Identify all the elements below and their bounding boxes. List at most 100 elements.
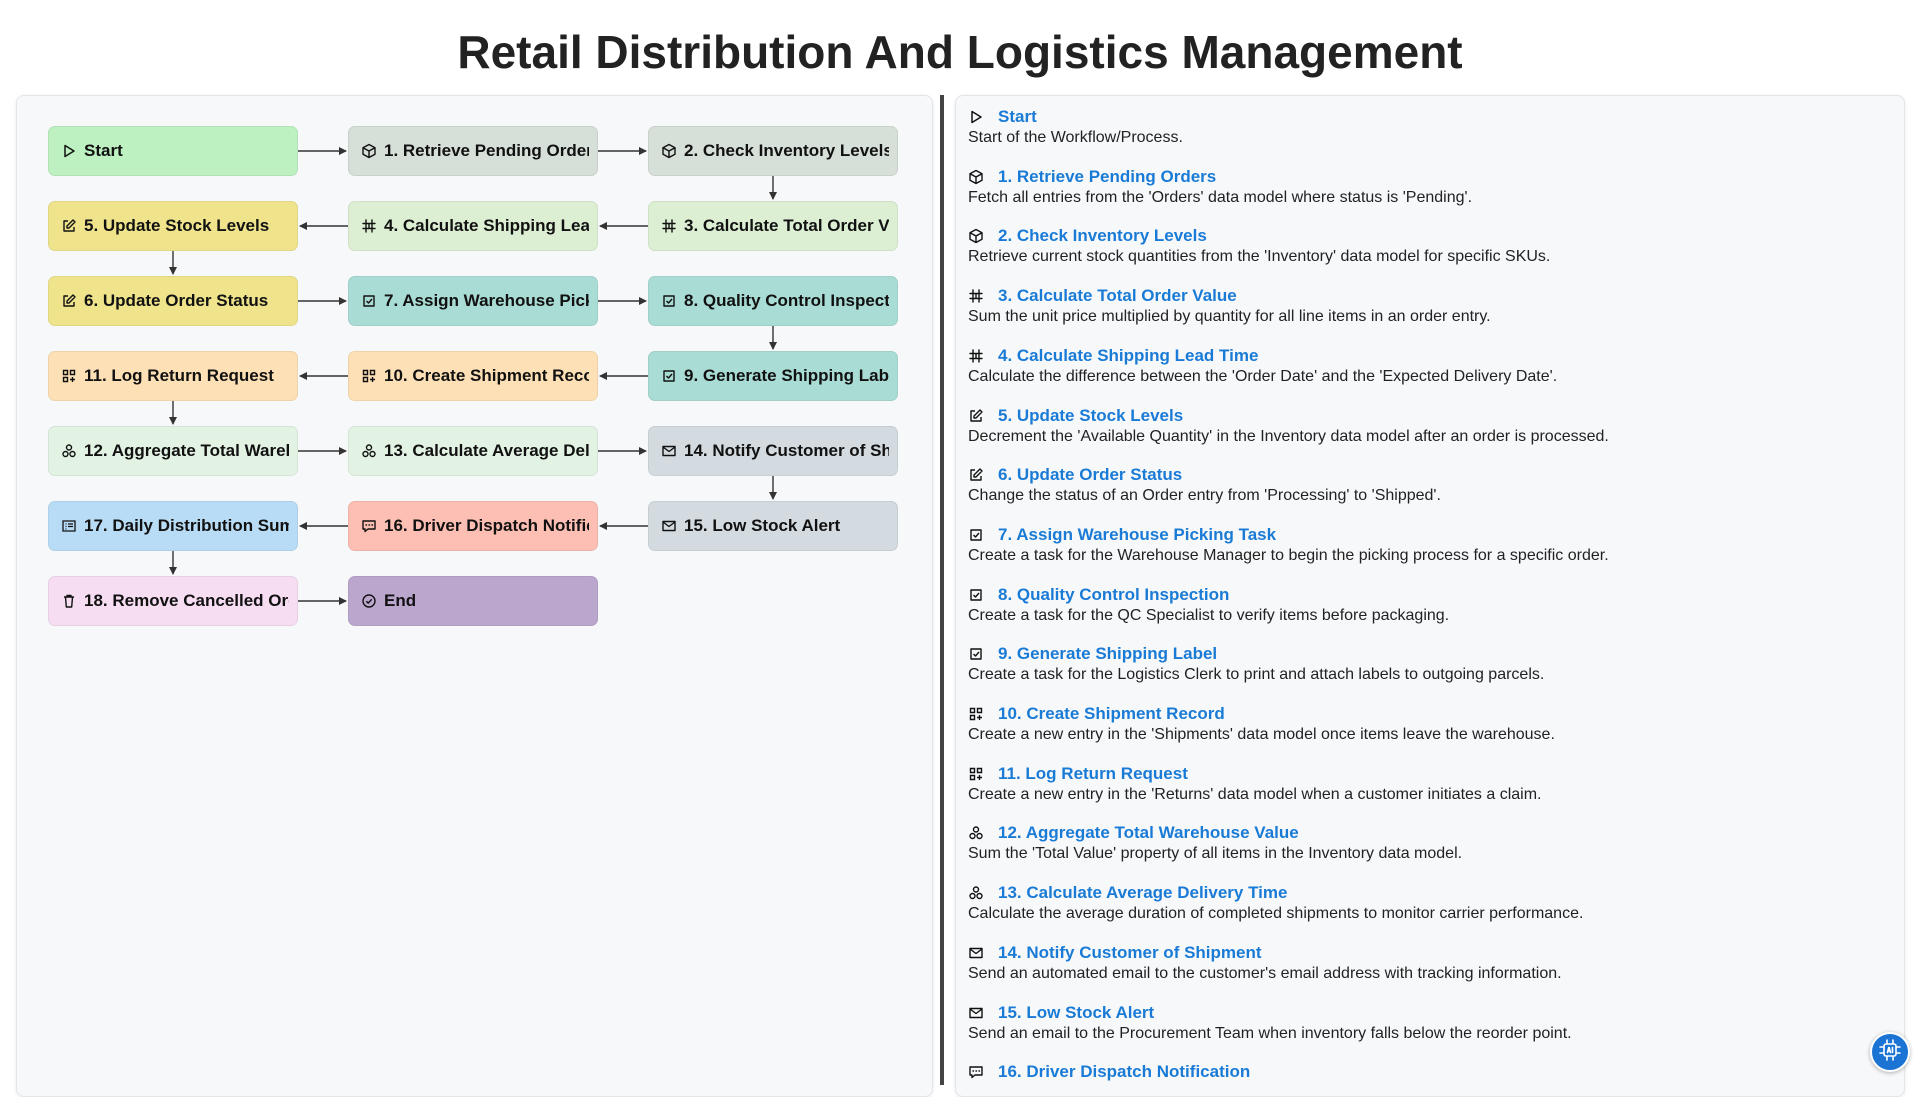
step-entry: 7. Assign Warehouse Picking Task Create a… bbox=[968, 524, 1888, 566]
node-label: 3. Calculate Total Order Value bbox=[684, 216, 889, 235]
node-n13[interactable]: 13. Calculate Average Delivery Time bbox=[348, 426, 598, 476]
step-link-n7[interactable]: 7. Assign Warehouse Picking Task bbox=[998, 525, 1276, 545]
node-label: 6. Update Order Status bbox=[84, 291, 269, 310]
node-label: 15. Low Stock Alert bbox=[684, 516, 841, 535]
panel-divider[interactable] bbox=[940, 95, 944, 1085]
node-n18[interactable]: 18. Remove Cancelled Orders bbox=[48, 576, 298, 626]
step-link-n6[interactable]: 6. Update Order Status bbox=[998, 465, 1182, 485]
step-entry: 1. Retrieve Pending Orders Fetch all entr… bbox=[968, 166, 1888, 208]
play-icon bbox=[968, 109, 984, 125]
node-start[interactable]: Start bbox=[48, 126, 298, 176]
cluster-icon bbox=[968, 885, 984, 901]
node-label: 13. Calculate Average Delivery Time bbox=[384, 441, 589, 460]
ai-assistant-button[interactable] bbox=[1870, 1032, 1910, 1072]
node-label: 8. Quality Control Inspection bbox=[684, 291, 889, 310]
step-entry: 14. Notify Customer of Shipment Send an a… bbox=[968, 942, 1888, 984]
cluster-icon bbox=[968, 825, 984, 841]
step-link-n11[interactable]: 11. Log Return Request bbox=[998, 764, 1188, 784]
step-description: Send an email to the Procurement Team wh… bbox=[968, 1024, 1572, 1042]
node-n4[interactable]: 4. Calculate Shipping Lead Time bbox=[348, 201, 598, 251]
step-entry: 3. Calculate Total Order Value Sum the un… bbox=[968, 285, 1888, 327]
step-link-n15[interactable]: 15. Low Stock Alert bbox=[998, 1003, 1154, 1023]
node-label: Start bbox=[84, 141, 123, 160]
chip-icon bbox=[1878, 1038, 1902, 1067]
node-n14[interactable]: 14. Notify Customer of Shipment bbox=[648, 426, 898, 476]
grid-plus-icon bbox=[61, 368, 77, 384]
node-end[interactable]: End bbox=[348, 576, 598, 626]
cube-icon bbox=[968, 169, 984, 185]
list-icon bbox=[61, 518, 77, 534]
step-link-start[interactable]: Start bbox=[998, 107, 1037, 127]
node-n6[interactable]: 6. Update Order Status bbox=[48, 276, 298, 326]
step-link-n16[interactable]: 16. Driver Dispatch Notification bbox=[998, 1062, 1250, 1082]
step-entry: Start Start of the Workflow/Process. bbox=[968, 106, 1888, 148]
node-label: 5. Update Stock Levels bbox=[84, 216, 270, 235]
checkbox-icon bbox=[968, 587, 984, 603]
checkbox-icon bbox=[361, 293, 377, 309]
node-n11[interactable]: 11. Log Return Request bbox=[48, 351, 298, 401]
page-title: Retail Distribution And Logistics Manage… bbox=[457, 26, 1463, 78]
step-description: Calculate the difference between the 'Or… bbox=[968, 367, 1558, 385]
step-link-n13[interactable]: 13. Calculate Average Delivery Time bbox=[998, 883, 1287, 903]
step-description: Sum the unit price multiplied by quantit… bbox=[968, 308, 1491, 326]
node-n12[interactable]: 12. Aggregate Total Warehouse Value bbox=[48, 426, 298, 476]
node-n17[interactable]: 17. Daily Distribution Summary bbox=[48, 501, 298, 551]
step-description: Calculate the average duration of comple… bbox=[968, 905, 1584, 923]
node-n1[interactable]: 1. Retrieve Pending Orders bbox=[348, 126, 598, 176]
step-link-n1[interactable]: 1. Retrieve Pending Orders bbox=[998, 167, 1216, 187]
step-link-n5[interactable]: 5. Update Stock Levels bbox=[998, 406, 1183, 426]
node-label: 10. Create Shipment Record bbox=[384, 366, 589, 385]
step-description: Create a task for the Logistics Clerk to… bbox=[968, 666, 1545, 684]
step-description: Send an automated email to the customer'… bbox=[968, 964, 1562, 982]
step-link-n12[interactable]: 12. Aggregate Total Warehouse Value bbox=[998, 823, 1299, 843]
edit-icon bbox=[61, 218, 77, 234]
checkbox-icon bbox=[661, 368, 677, 384]
step-details-panel: Start Start of the Workflow/Process. 1. Re… bbox=[955, 95, 1905, 1097]
edit-icon bbox=[968, 467, 984, 483]
node-n7[interactable]: 7. Assign Warehouse Picking Task bbox=[348, 276, 598, 326]
node-n15[interactable]: 15. Low Stock Alert bbox=[648, 501, 898, 551]
checkbox-icon bbox=[968, 646, 984, 662]
step-entry: 12. Aggregate Total Warehouse Value Sum t… bbox=[968, 822, 1888, 864]
step-entry: 13. Calculate Average Delivery Time Calcu… bbox=[968, 882, 1888, 924]
node-n8[interactable]: 8. Quality Control Inspection bbox=[648, 276, 898, 326]
step-link-n9[interactable]: 9. Generate Shipping Label bbox=[998, 644, 1217, 664]
node-label: 1. Retrieve Pending Orders bbox=[384, 141, 589, 160]
mail-icon bbox=[661, 443, 677, 459]
step-description: Decrement the 'Available Quantity' in th… bbox=[968, 427, 1609, 445]
cube-icon bbox=[968, 228, 984, 244]
play-icon bbox=[61, 143, 77, 159]
checkbox-icon bbox=[968, 527, 984, 543]
node-n9[interactable]: 9. Generate Shipping Label bbox=[648, 351, 898, 401]
node-label: 16. Driver Dispatch Notification bbox=[384, 516, 589, 535]
check-circle-icon bbox=[361, 593, 377, 609]
node-label: 11. Log Return Request bbox=[84, 366, 274, 385]
grid-plus-icon bbox=[361, 368, 377, 384]
mail-icon bbox=[661, 518, 677, 534]
step-description: Sum the 'Total Value' property of all it… bbox=[968, 845, 1463, 863]
node-n2[interactable]: 2. Check Inventory Levels bbox=[648, 126, 898, 176]
step-entry: 9. Generate Shipping Label Create a task … bbox=[968, 643, 1888, 685]
node-label: 2. Check Inventory Levels bbox=[684, 141, 889, 160]
step-link-n2[interactable]: 2. Check Inventory Levels bbox=[998, 226, 1207, 246]
step-link-n10[interactable]: 10. Create Shipment Record bbox=[998, 704, 1225, 724]
step-link-n8[interactable]: 8. Quality Control Inspection bbox=[998, 585, 1229, 605]
node-label: 9. Generate Shipping Label bbox=[684, 366, 889, 385]
step-entry: 8. Quality Control Inspection Create a ta… bbox=[968, 584, 1888, 626]
node-n10[interactable]: 10. Create Shipment Record bbox=[348, 351, 598, 401]
grid-plus-icon bbox=[968, 706, 984, 722]
cube-icon bbox=[661, 143, 677, 159]
step-description: Retrieve current stock quantities from t… bbox=[968, 248, 1551, 266]
edit-icon bbox=[61, 293, 77, 309]
step-link-n4[interactable]: 4. Calculate Shipping Lead Time bbox=[998, 346, 1258, 366]
node-n3[interactable]: 3. Calculate Total Order Value bbox=[648, 201, 898, 251]
workflow-diagram-panel: Start 1. Retrieve Pending Orders 2. Check … bbox=[16, 95, 933, 1097]
step-entry: 11. Log Return Request Create a new entry… bbox=[968, 763, 1888, 805]
step-link-n14[interactable]: 14. Notify Customer of Shipment bbox=[998, 943, 1262, 963]
step-link-n3[interactable]: 3. Calculate Total Order Value bbox=[998, 286, 1237, 306]
node-n5[interactable]: 5. Update Stock Levels bbox=[48, 201, 298, 251]
node-n16[interactable]: 16. Driver Dispatch Notification bbox=[348, 501, 598, 551]
edit-icon bbox=[968, 408, 984, 424]
mail-icon bbox=[968, 945, 984, 961]
step-description: Create a task for the Warehouse Manager … bbox=[968, 546, 1609, 564]
